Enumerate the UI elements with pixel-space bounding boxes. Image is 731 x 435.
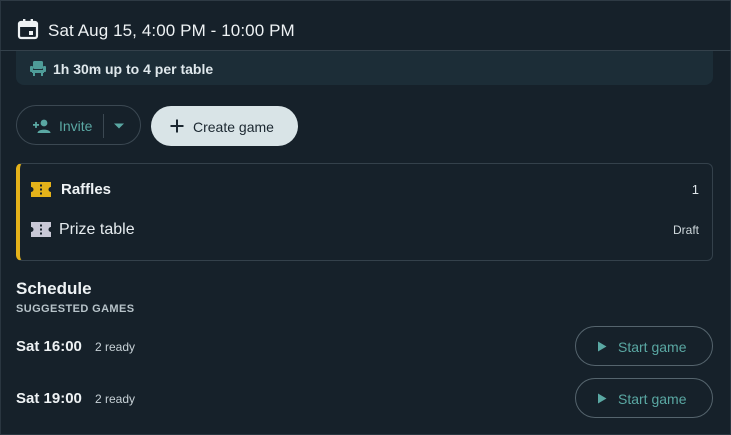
event-datetime: Sat Aug 15, 4:00 PM - 10:00 PM (48, 21, 295, 40)
prize-count: 1 (691, 182, 699, 197)
calendar-icon (17, 19, 39, 40)
schedule-heading: Schedule (16, 279, 92, 298)
prize-status: Draft (672, 223, 699, 237)
start-game-button[interactable]: Start game (575, 378, 713, 418)
prize-label: Prize table (59, 221, 135, 238)
invite-button[interactable]: Invite (16, 105, 141, 145)
start-game-label: Start game (618, 391, 687, 407)
slot-ready-count: 2 ready (95, 392, 136, 406)
start-game-label: Start game (618, 339, 687, 355)
prizes-card: Raffles 1 Prize table Draft (16, 163, 713, 261)
schedule-subheading: SUGGESTED GAMES (16, 303, 135, 315)
ticket-icon (31, 182, 51, 197)
separator-dot: · (95, 61, 100, 77)
play-icon (598, 341, 607, 352)
chevron-down-icon[interactable] (113, 122, 125, 130)
prize-row-prize-table[interactable]: Prize table Draft (20, 218, 712, 242)
prize-row-raffles[interactable]: Raffles 1 (20, 178, 712, 202)
invite-label: Invite (59, 118, 93, 134)
create-game-label: Create game (193, 119, 274, 135)
start-game-button[interactable]: Start game (575, 326, 713, 366)
prize-label: Raffles (61, 181, 112, 198)
table-info-bar: 1h 30m · up to 4 per table (16, 51, 713, 85)
schedule-slot: Sat 19:00 2 ready Start game (0, 377, 731, 419)
game-duration: 1h 30m (53, 61, 102, 77)
table-capacity: up to 4 per table (105, 61, 214, 77)
add-person-icon (33, 119, 51, 133)
ticket-icon (31, 222, 51, 237)
plus-icon (170, 119, 184, 133)
event-header: Sat Aug 15, 4:00 PM - 10:00 PM (0, 0, 731, 51)
slot-ready-count: 2 ready (95, 340, 136, 354)
seat-icon (30, 61, 46, 76)
play-icon (598, 393, 607, 404)
schedule-slot: Sat 16:00 2 ready Start game (0, 325, 731, 367)
slot-time: Sat 19:00 (16, 390, 82, 407)
slot-time: Sat 16:00 (16, 338, 82, 355)
create-game-button[interactable]: Create game (151, 106, 298, 146)
button-divider (103, 114, 104, 138)
